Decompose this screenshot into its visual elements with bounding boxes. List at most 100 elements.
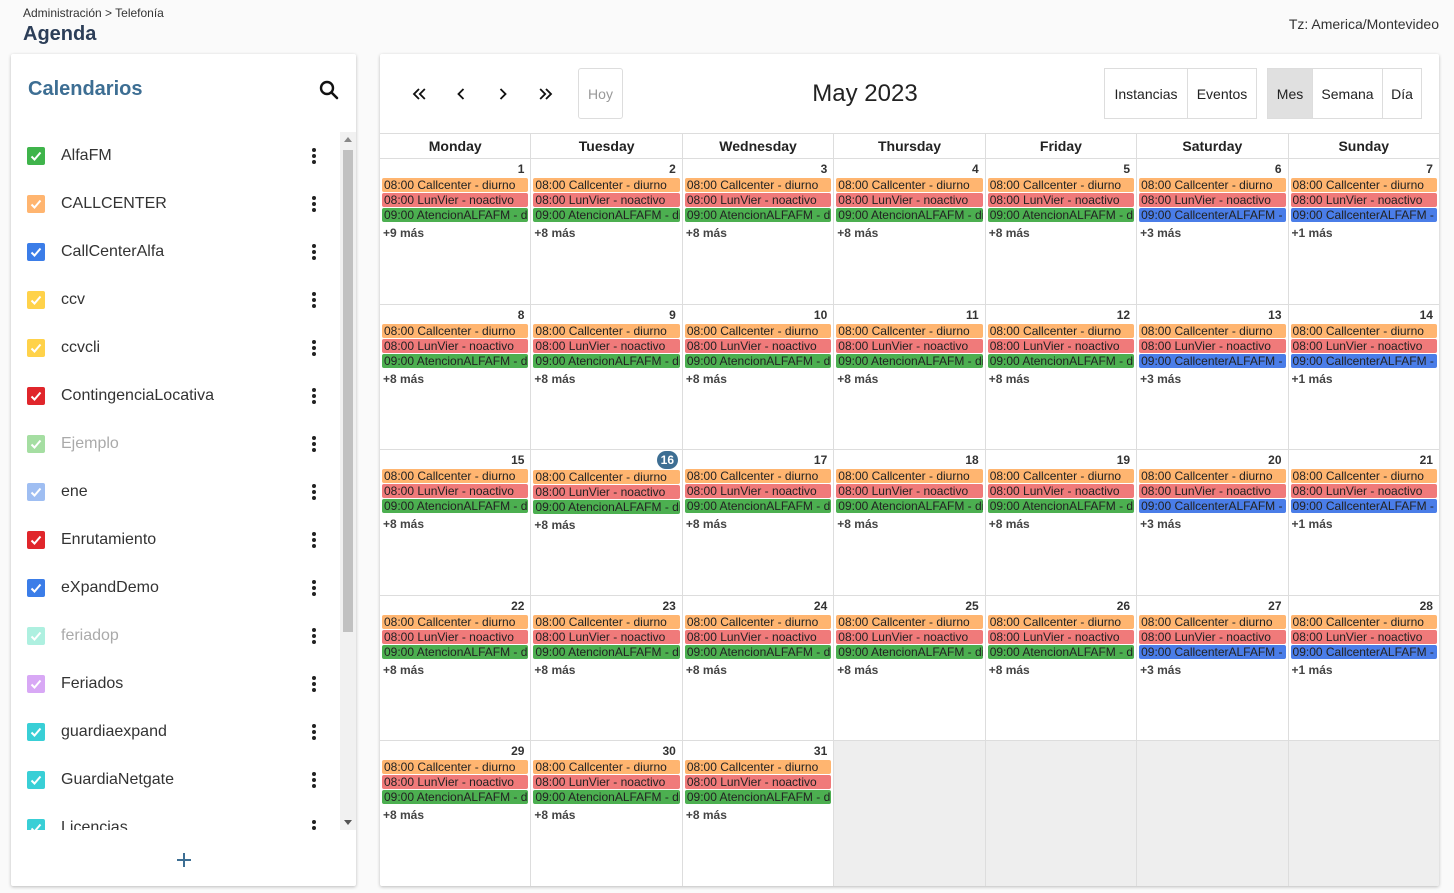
event-chip[interactable]: 09:00 AtencionALFAFM - diurno (382, 790, 529, 804)
event-chip[interactable]: 08:00 Callcenter - diurno (1139, 614, 1286, 629)
calendar-item[interactable]: ccvcli (11, 324, 340, 372)
event-chip[interactable]: 08:00 Callcenter - diurno (1290, 178, 1437, 192)
day-number[interactable]: 25 (965, 599, 978, 613)
event-chip[interactable]: 08:00 Callcenter - diurno (987, 614, 1135, 629)
day-cell[interactable]: 19 08:00 Callcenter - diurno 08:00 LunVier… (986, 450, 1138, 595)
event-chip[interactable]: 08:00 Callcenter - diurno (382, 760, 529, 774)
event-chip[interactable]: 09:00 CallcenterALFAFM - diurno (1290, 208, 1437, 222)
more-events-link[interactable]: +8 más (836, 517, 982, 531)
day-cell[interactable] (985, 741, 1138, 886)
more-events-link[interactable]: +8 más (382, 808, 528, 822)
day-cell[interactable]: 8 08:00 Callcenter - diurno 08:00 LunVier … (380, 304, 532, 449)
checkbox[interactable] (27, 819, 45, 830)
event-chip[interactable]: 08:00 LunVier - noactivo (684, 629, 832, 644)
event-chip[interactable]: 09:00 CallcenterALFAFM - diurno (1139, 644, 1286, 659)
day-number[interactable]: 13 (1268, 308, 1281, 322)
day-number[interactable]: 20 (1268, 453, 1281, 467)
event-chip[interactable]: 08:00 LunVier - noactivo (1290, 629, 1437, 644)
day-cell[interactable] (834, 741, 986, 886)
more-vert-icon[interactable] (304, 192, 324, 216)
more-events-link[interactable]: +8 más (685, 372, 831, 386)
event-chip[interactable]: 08:00 LunVier - noactivo (1139, 484, 1286, 498)
more-events-link[interactable]: +8 más (685, 663, 831, 677)
day-cell[interactable]: 31 08:00 Callcenter - diurno 08:00 LunVier… (683, 741, 835, 886)
more-events-link[interactable]: +8 más (988, 663, 1134, 677)
more-vert-icon[interactable] (304, 720, 324, 744)
more-events-link[interactable]: +3 más (1139, 226, 1285, 240)
day-number[interactable]: 24 (814, 599, 827, 613)
event-chip[interactable]: 08:00 Callcenter - diurno (533, 614, 680, 629)
more-events-link[interactable]: +8 más (836, 663, 982, 677)
event-chip[interactable]: 09:00 CallcenterALFAFM - diurno (1290, 353, 1437, 368)
more-events-link[interactable]: +1 más (1291, 663, 1437, 677)
event-chip[interactable]: 08:00 Callcenter - diurno (1139, 469, 1286, 483)
checkbox[interactable] (27, 579, 45, 597)
search-icon[interactable] (317, 78, 341, 102)
checkbox[interactable] (27, 339, 45, 357)
double-chevron-right-icon[interactable] (534, 82, 558, 106)
event-chip[interactable]: 08:00 LunVier - noactivo (382, 629, 529, 644)
day-cell[interactable]: 16 08:00 Callcenter - diurno 08:00 LunVier… (531, 450, 683, 595)
event-chip[interactable]: 08:00 Callcenter - diurno (684, 469, 832, 483)
checkbox[interactable] (27, 675, 45, 693)
event-chip[interactable]: 08:00 LunVier - noactivo (836, 338, 983, 353)
view-instancias-button[interactable]: Instancias (1104, 68, 1188, 119)
more-events-link[interactable]: +3 más (1139, 663, 1285, 677)
day-cell[interactable]: 10 08:00 Callcenter - diurno 08:00 LunVier… (683, 304, 835, 449)
more-events-link[interactable]: +8 más (685, 808, 831, 822)
event-chip[interactable]: 08:00 Callcenter - diurno (533, 470, 680, 484)
event-chip[interactable]: 08:00 Callcenter - diurno (836, 469, 983, 483)
more-vert-icon[interactable] (304, 768, 324, 792)
day-cell[interactable]: 3 08:00 Callcenter - diurno 08:00 LunVier … (683, 159, 835, 304)
more-events-link[interactable]: +3 más (1139, 517, 1285, 531)
event-chip[interactable]: 08:00 LunVier - noactivo (684, 484, 832, 498)
more-events-link[interactable]: +8 más (533, 663, 679, 677)
event-chip[interactable]: 09:00 AtencionALFAFM - diurno (836, 208, 983, 222)
calendar-item[interactable]: Ejemplo (11, 420, 340, 468)
event-chip[interactable]: 09:00 AtencionALFAFM - diurno (533, 353, 680, 368)
checkbox[interactable] (27, 147, 45, 165)
day-cell[interactable]: 27 08:00 Callcenter - diurno 08:00 LunVier… (1137, 595, 1289, 740)
event-chip[interactable]: 08:00 LunVier - noactivo (382, 484, 529, 498)
event-chip[interactable]: 08:00 LunVier - noactivo (382, 193, 529, 207)
event-chip[interactable]: 08:00 LunVier - noactivo (836, 629, 983, 644)
event-chip[interactable]: 09:00 AtencionALFAFM - diurno (533, 500, 680, 514)
event-chip[interactable]: 09:00 AtencionALFAFM - diurno (382, 208, 529, 222)
calendar-item[interactable]: CALLCENTER (11, 180, 340, 228)
day-cell[interactable] (1137, 741, 1289, 886)
more-events-link[interactable]: +8 más (988, 226, 1134, 240)
more-events-link[interactable]: +8 más (685, 517, 831, 531)
event-chip[interactable]: 08:00 Callcenter - diurno (684, 760, 832, 774)
day-cell[interactable]: 18 08:00 Callcenter - diurno 08:00 LunVier… (834, 450, 986, 595)
event-chip[interactable]: 08:00 LunVier - noactivo (382, 338, 529, 353)
day-cell[interactable] (1288, 741, 1439, 886)
event-chip[interactable]: 08:00 LunVier - noactivo (836, 484, 983, 498)
event-chip[interactable]: 09:00 AtencionALFAFM - diurno (684, 499, 832, 513)
event-chip[interactable]: 09:00 AtencionALFAFM - diurno (987, 499, 1135, 513)
day-number[interactable]: 7 (1426, 162, 1433, 176)
day-number[interactable]: 31 (814, 744, 827, 758)
calendar-item[interactable]: eXpandDemo (11, 564, 340, 612)
more-events-link[interactable]: +8 más (533, 372, 679, 386)
event-chip[interactable]: 08:00 LunVier - noactivo (1139, 193, 1286, 207)
view-dia-button[interactable]: Día (1383, 68, 1422, 119)
day-number[interactable]: 19 (1117, 453, 1130, 467)
more-events-link[interactable]: +8 más (382, 517, 528, 531)
event-chip[interactable]: 08:00 Callcenter - diurno (1290, 323, 1437, 338)
calendar-item[interactable]: CallCenterAlfa (11, 228, 340, 276)
day-number[interactable]: 23 (662, 599, 675, 613)
day-cell[interactable]: 13 08:00 Callcenter - diurno 08:00 LunVier… (1137, 304, 1289, 449)
day-cell[interactable]: 21 08:00 Callcenter - diurno 08:00 LunVier… (1289, 450, 1439, 595)
event-chip[interactable]: 08:00 Callcenter - diurno (1290, 469, 1437, 483)
event-chip[interactable]: 08:00 Callcenter - diurno (382, 323, 529, 338)
checkbox[interactable] (27, 531, 45, 549)
more-vert-icon[interactable] (304, 144, 324, 168)
event-chip[interactable]: 08:00 Callcenter - diurno (1290, 614, 1437, 629)
day-number[interactable]: 22 (511, 599, 524, 613)
plus-icon[interactable] (173, 849, 195, 871)
checkbox[interactable] (27, 195, 45, 213)
day-cell[interactable]: 14 08:00 Callcenter - diurno 08:00 LunVier… (1289, 305, 1439, 450)
day-cell[interactable]: 28 08:00 Callcenter - diurno 08:00 LunVier… (1289, 596, 1439, 741)
calendar-item[interactable]: guardiaexpand (11, 708, 340, 756)
day-cell[interactable]: 22 08:00 Callcenter - diurno 08:00 LunVier… (380, 595, 532, 740)
